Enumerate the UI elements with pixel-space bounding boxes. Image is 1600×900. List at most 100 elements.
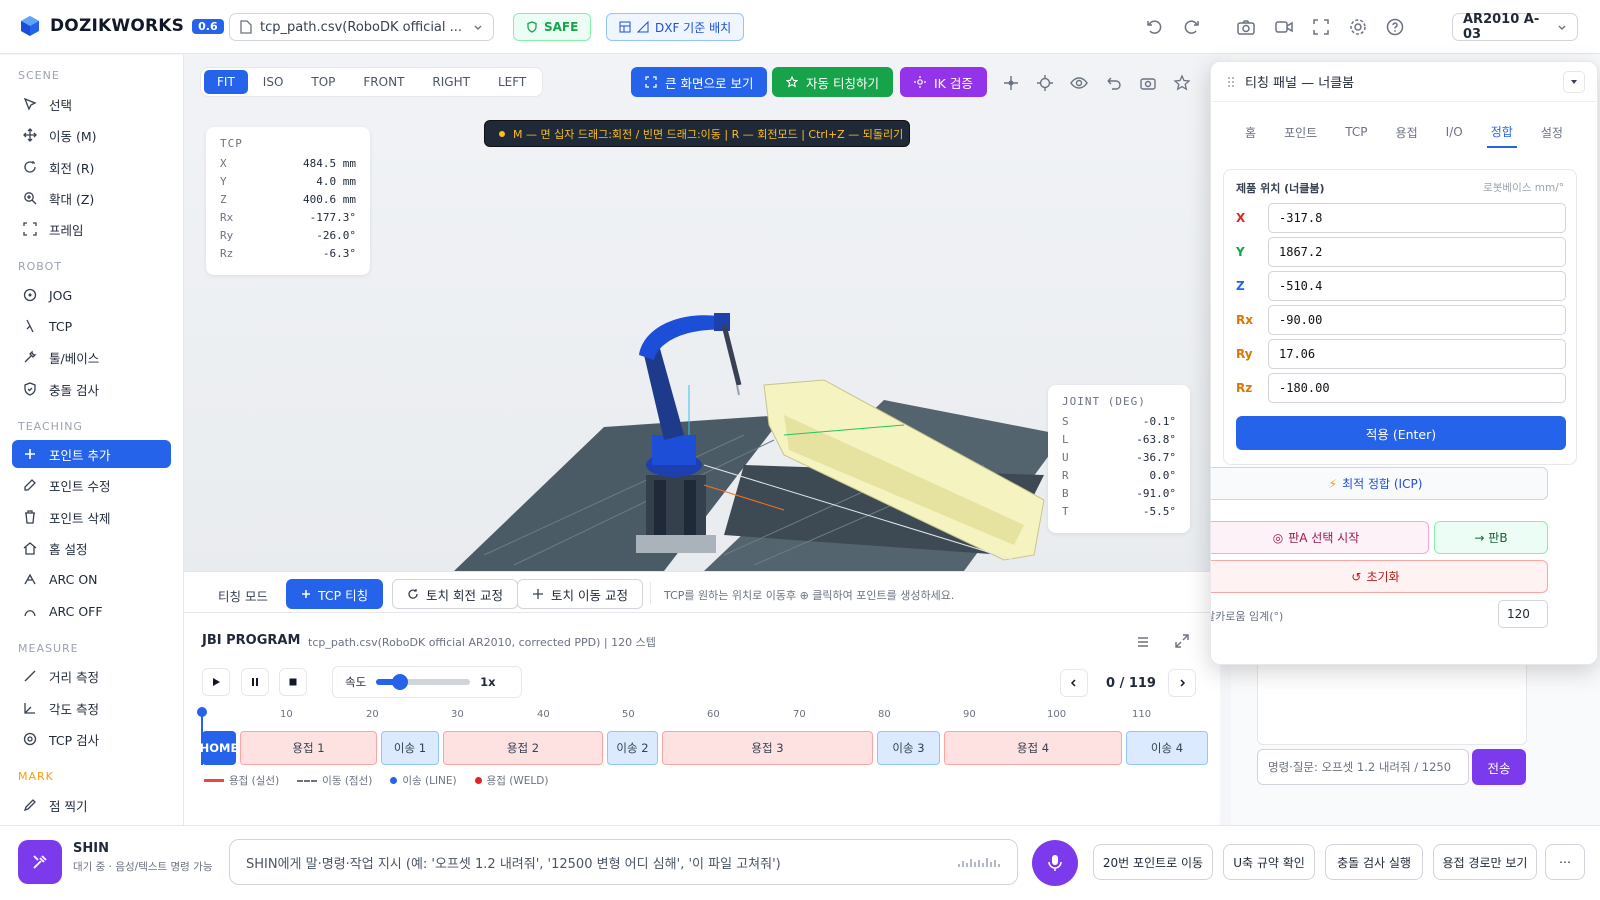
tcp-teach-button[interactable]: TCP 티칭 xyxy=(286,579,384,609)
x-input[interactable]: -317.8 xyxy=(1268,203,1566,233)
next-step-button[interactable] xyxy=(1168,669,1196,697)
sidebar-item-tcp-check[interactable]: TCP 검사 xyxy=(12,725,171,753)
redo-icon[interactable] xyxy=(1182,17,1202,37)
view-top[interactable]: TOP xyxy=(298,70,348,94)
command-input[interactable]: SHIN에게 말·명령·작업 지시 (예: '오프셋 1.2 내려줘', '12… xyxy=(229,839,1018,885)
undo-view-icon[interactable] xyxy=(1104,74,1122,92)
auto-teach-button[interactable]: 자동 티칭하기 xyxy=(772,67,893,97)
quick-run-collision[interactable]: 충돌 검사 실행 xyxy=(1325,844,1423,880)
view-fit[interactable]: FIT xyxy=(204,70,248,94)
ry-input[interactable]: 17.06 xyxy=(1268,339,1566,369)
sidebar-item-home-set[interactable]: 홈 설정 xyxy=(12,534,171,562)
chat-input[interactable]: 명령·질문: 오프셋 1.2 내려줘 / 1250 xyxy=(1257,749,1469,785)
segment-move-4[interactable]: 이송 4 xyxy=(1126,731,1208,765)
segment-move-1[interactable]: 이송 1 xyxy=(381,731,439,765)
view-iso[interactable]: ISO xyxy=(250,70,297,94)
sidebar-item-move[interactable]: 이동 (M) xyxy=(12,121,171,149)
chat-send-button[interactable]: 전송 xyxy=(1472,749,1526,785)
quick-goto-point-20[interactable]: 20번 포인트로 이동 xyxy=(1093,844,1213,880)
select-plate-a-button[interactable]: ◎ 판A 선택 시작 xyxy=(1211,521,1429,554)
center-icon[interactable] xyxy=(1036,74,1054,92)
tab-tcp[interactable]: TCP xyxy=(1341,116,1371,148)
view-right[interactable]: RIGHT xyxy=(419,70,483,94)
sidebar-item-distance[interactable]: 거리 측정 xyxy=(12,662,171,690)
speed-slider[interactable] xyxy=(376,674,471,690)
eye-icon[interactable] xyxy=(1070,74,1088,92)
sidebar-item-select[interactable]: 선택 xyxy=(12,90,171,118)
sidebar-item-rotate[interactable]: 회전 (R) xyxy=(12,153,171,181)
y-input[interactable]: 1867.2 xyxy=(1268,237,1566,267)
sidebar-item-frame[interactable]: 프레임 xyxy=(12,215,171,243)
sidebar-item-tool-base[interactable]: 툴/베이스 xyxy=(12,343,171,371)
dxf-layout-button[interactable]: DXF 기준 배치 xyxy=(606,13,745,41)
fullscreen-view-button[interactable]: 큰 화면으로 보기 xyxy=(631,67,768,97)
robot-model-select[interactable]: AR2010 A-03 xyxy=(1452,12,1578,42)
sidebar-item-delete-point[interactable]: 포인트 삭제 xyxy=(12,503,171,531)
sharpness-input[interactable]: 120 xyxy=(1498,600,1548,628)
segment-weld-4[interactable]: 용접 4 xyxy=(944,731,1122,765)
ik-verify-button[interactable]: IK 검증 xyxy=(900,67,987,97)
segment-move-2[interactable]: 이송 2 xyxy=(607,731,658,765)
view-left[interactable]: LEFT xyxy=(485,70,539,94)
list-icon[interactable] xyxy=(1136,635,1150,649)
sidebar-item-collision[interactable]: 충돌 검사 xyxy=(12,375,171,403)
sidebar-item-jog[interactable]: JOG xyxy=(12,281,171,309)
undo-icon[interactable] xyxy=(1144,17,1164,37)
video-icon[interactable] xyxy=(1274,17,1294,37)
tab-points[interactable]: 포인트 xyxy=(1280,116,1321,148)
select-plate-b-button[interactable]: → 판B xyxy=(1434,521,1548,554)
tab-weld[interactable]: 용접 xyxy=(1392,116,1422,148)
sidebar-item-tcp[interactable]: TCP xyxy=(12,312,171,340)
3d-viewport[interactable]: FIT ISO TOP FRONT RIGHT LEFT 큰 화면으로 보기 자… xyxy=(184,55,1220,571)
tab-home[interactable]: 홈 xyxy=(1241,116,1260,148)
rz-input[interactable]: -180.00 xyxy=(1268,373,1566,403)
crosshair-icon[interactable] xyxy=(1002,74,1020,92)
more-button[interactable]: ⋯ xyxy=(1545,844,1585,880)
pause-button[interactable] xyxy=(241,668,269,696)
collapse-button[interactable] xyxy=(1563,71,1585,93)
play-button[interactable] xyxy=(202,668,230,696)
sidebar-item-mark-point[interactable]: 점 찍기 xyxy=(12,791,171,819)
sidebar-item-edit-point[interactable]: 포인트 수정 xyxy=(12,471,171,499)
sidebar-item-zoom[interactable]: 확대 (Z) xyxy=(12,184,171,212)
tab-settings[interactable]: 설정 xyxy=(1537,116,1567,148)
quick-check-u-axis[interactable]: U축 규약 확인 xyxy=(1223,844,1315,880)
mic-button[interactable] xyxy=(1032,840,1078,886)
segment-weld-1[interactable]: 용접 1 xyxy=(240,731,377,765)
expand-panel-icon[interactable] xyxy=(1174,633,1190,649)
sidebar-item-arc-off[interactable]: ARC OFF xyxy=(12,597,171,625)
snapshot-icon[interactable] xyxy=(1139,74,1157,92)
speed-slider-handle[interactable] xyxy=(391,674,408,690)
segment-weld-3[interactable]: 용접 3 xyxy=(662,731,873,765)
segment-weld-2[interactable]: 용접 2 xyxy=(443,731,603,765)
view-front[interactable]: FRONT xyxy=(350,70,417,94)
segment-move-3[interactable]: 이송 3 xyxy=(877,731,940,765)
help-icon[interactable] xyxy=(1385,17,1405,37)
favorite-star-icon[interactable] xyxy=(1173,74,1191,92)
reset-button[interactable]: ↺ 초기화 xyxy=(1211,560,1548,593)
quick-weld-path-only[interactable]: 용접 경로만 보기 xyxy=(1433,844,1537,880)
rx-input[interactable]: -90.00 xyxy=(1268,305,1566,335)
camera-icon[interactable] xyxy=(1236,17,1256,37)
drag-handle-icon[interactable] xyxy=(1227,76,1235,88)
torch-move-fix-button[interactable]: 토치 이동 교정 xyxy=(517,579,643,609)
prev-step-button[interactable] xyxy=(1060,669,1088,697)
z-input[interactable]: -510.4 xyxy=(1268,271,1566,301)
file-selector[interactable]: tcp_path.csv(RoboDK official ... xyxy=(229,13,494,41)
tcp-row: X 484.5 mm xyxy=(220,154,356,172)
sidebar-item-label: 프레임 xyxy=(49,222,84,238)
sidebar-item-arc-on[interactable]: ARC ON xyxy=(12,565,171,593)
stop-button[interactable] xyxy=(279,668,307,696)
tab-alignment[interactable]: 정합 xyxy=(1486,116,1517,148)
sidebar-item-add-point[interactable]: 포인트 추가 xyxy=(12,440,171,468)
tab-io[interactable]: I/O xyxy=(1442,116,1467,148)
torch-rotate-fix-button[interactable]: 토치 회전 교정 xyxy=(392,579,518,609)
fullscreen-icon[interactable] xyxy=(1311,17,1331,37)
sidebar-item-angle[interactable]: 각도 측정 xyxy=(12,694,171,722)
gear-icon[interactable] xyxy=(1348,17,1368,37)
teaching-panel-header[interactable]: 티칭 패널 — 너클붐 xyxy=(1211,62,1597,102)
shin-avatar[interactable] xyxy=(18,840,62,884)
icp-align-button[interactable]: ⚡ 최적 정합 (ICP) xyxy=(1211,467,1548,500)
segment-home[interactable]: HOME xyxy=(200,731,238,765)
apply-button[interactable]: 적용 (Enter) xyxy=(1236,416,1566,450)
